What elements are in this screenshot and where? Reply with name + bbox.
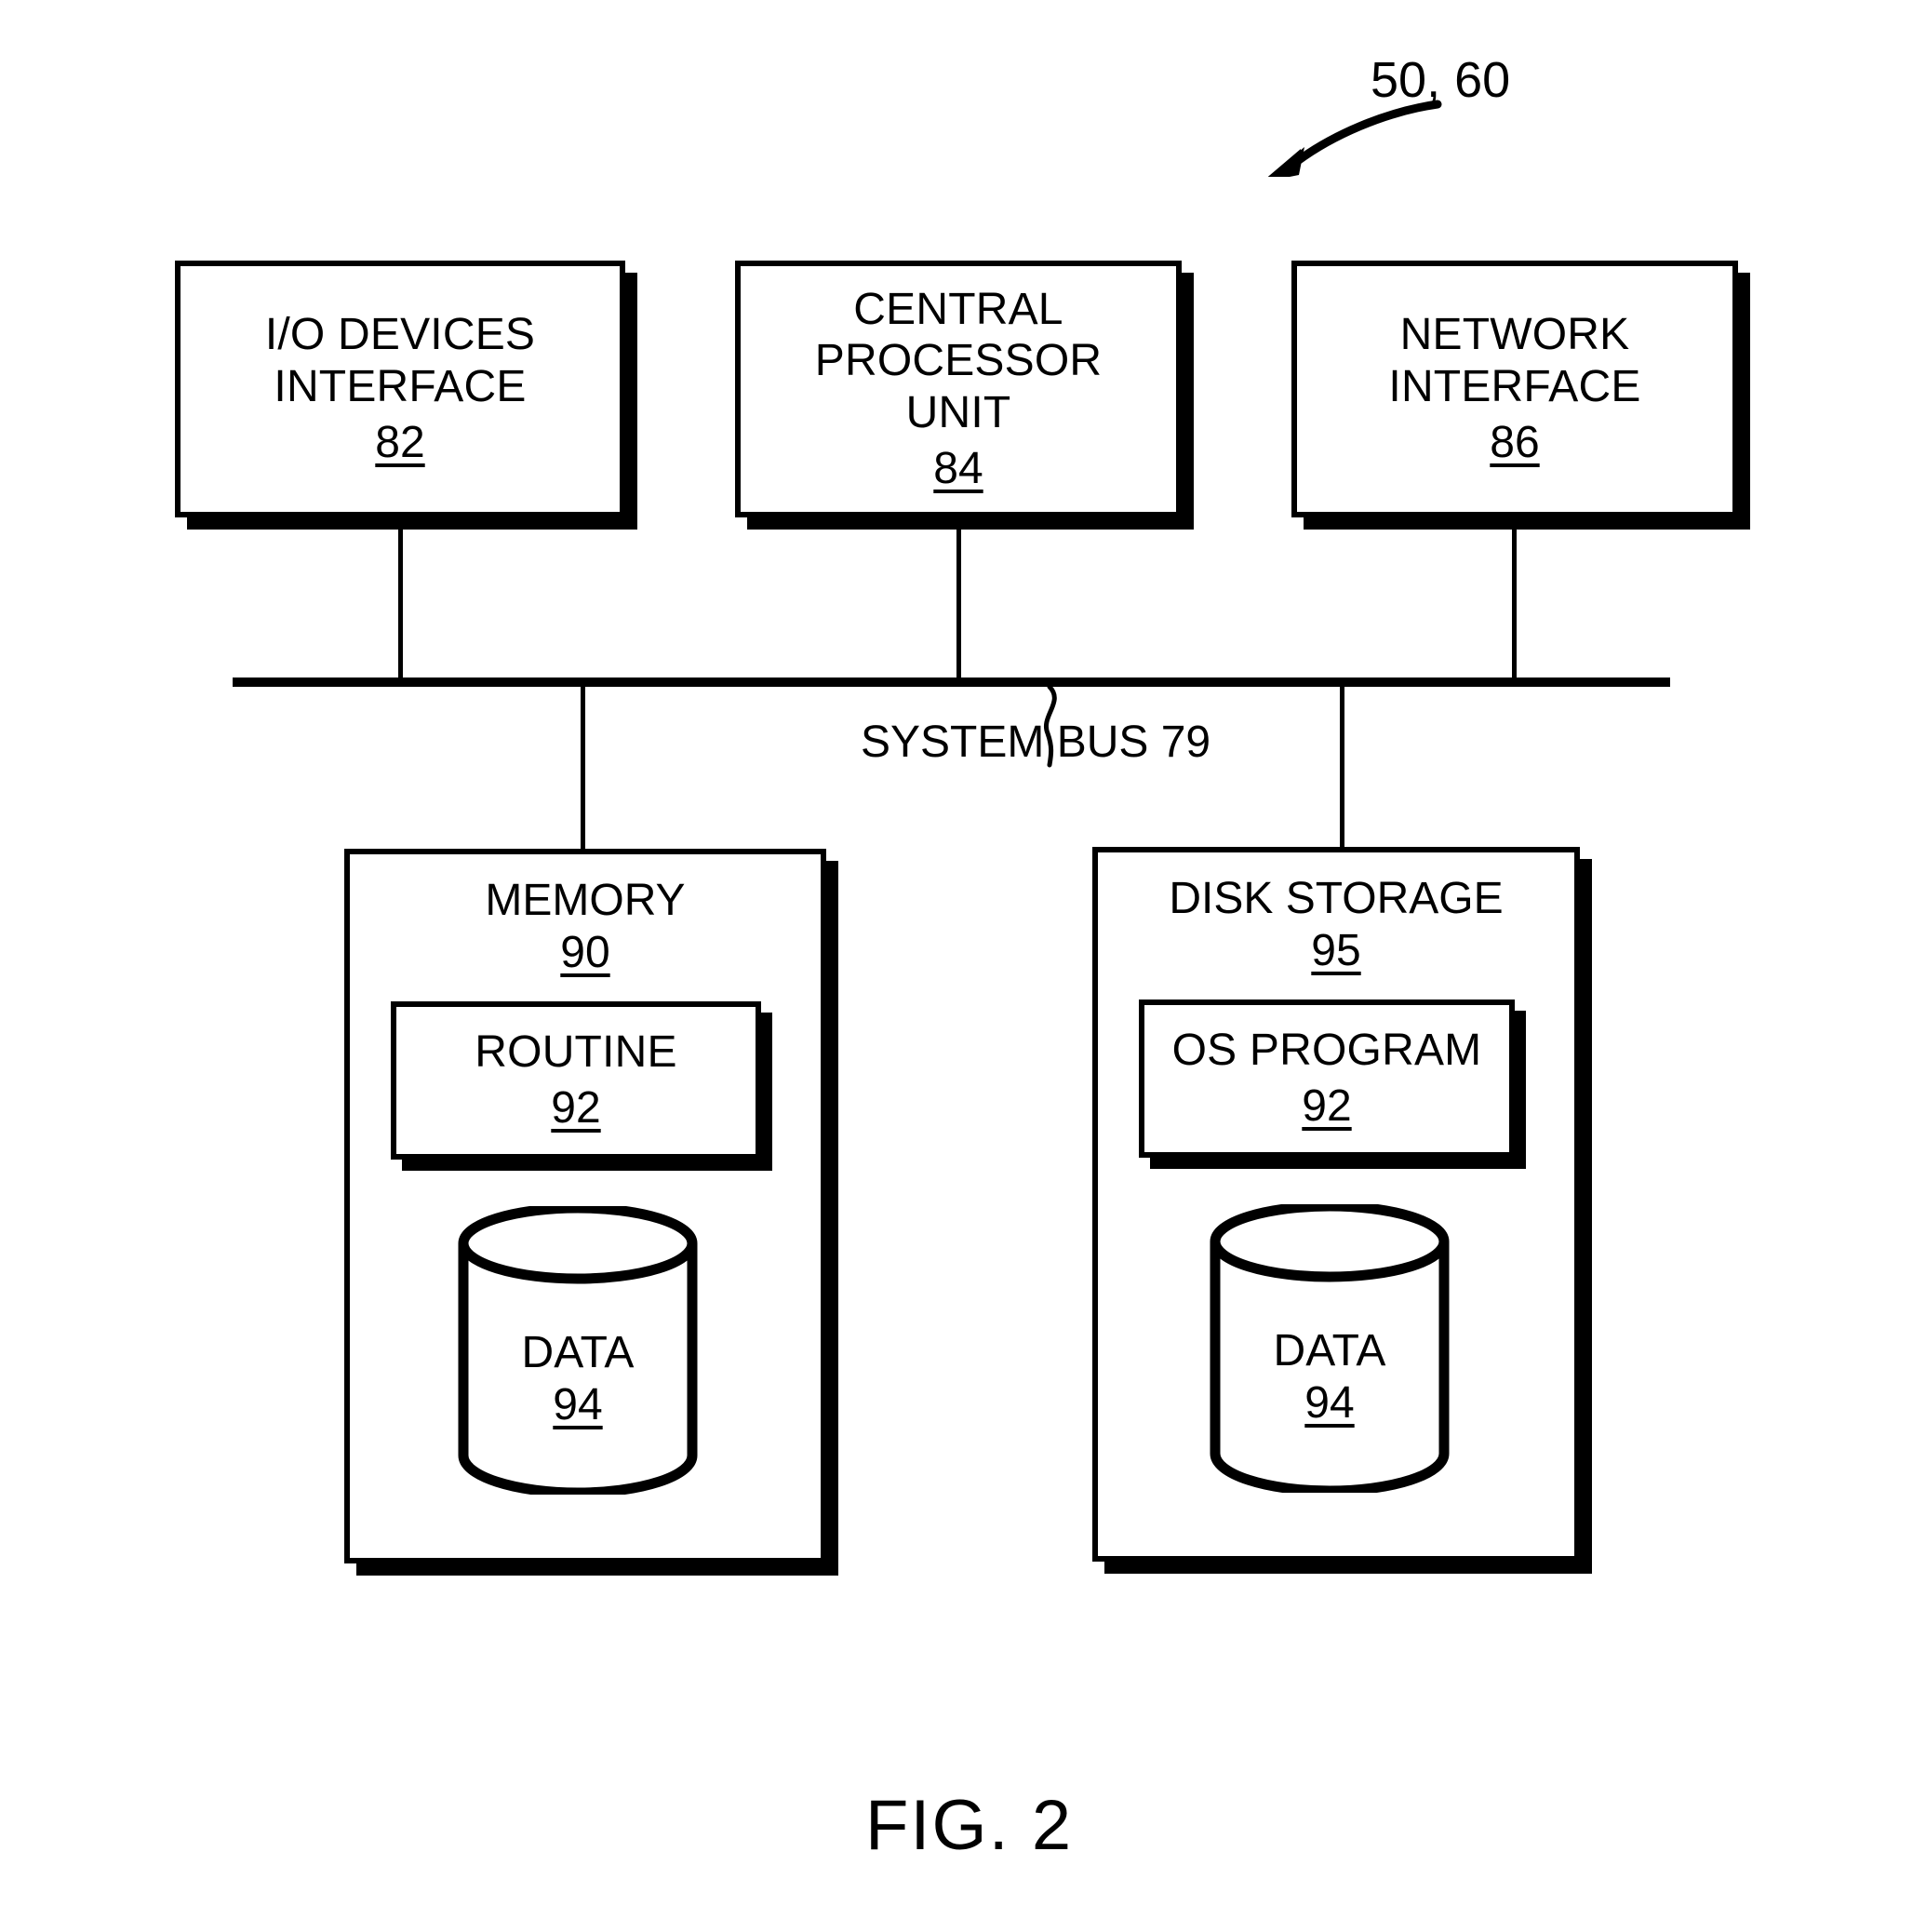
patent-figure-2: 50, 60 I/O DEVICES INTERFACE 82 CENTRAL … xyxy=(0,0,1926,1932)
block-title: NETWORK INTERFACE xyxy=(1388,310,1641,412)
system-bus-line xyxy=(233,678,1670,687)
connector-cpu-to-bus xyxy=(956,517,961,683)
reference-numeral: 90 xyxy=(560,928,610,977)
reference-numeral: 92 xyxy=(1302,1081,1352,1131)
connector-bus-to-disk xyxy=(1340,683,1344,851)
block-title: OS PROGRAM xyxy=(1171,1026,1482,1076)
block-io-devices-interface: I/O DEVICES INTERFACE 82 xyxy=(175,261,625,517)
block-os-program: OS PROGRAM 92 xyxy=(1139,1000,1515,1158)
figure-caption: FIG. 2 xyxy=(865,1786,1074,1865)
block-network-interface: NETWORK INTERFACE 86 xyxy=(1291,261,1738,517)
reference-numeral: 86 xyxy=(1490,417,1540,467)
block-memory: MEMORY 90 ROUTINE 92 DATA 94 xyxy=(344,849,826,1563)
cylinder-title: DATA xyxy=(1273,1326,1386,1375)
block-disk-storage: DISK STORAGE 95 OS PROGRAM 92 DATA 94 xyxy=(1092,847,1580,1562)
block-title: I/O DEVICES INTERFACE xyxy=(264,310,536,412)
curved-arrow-icon xyxy=(1267,100,1442,177)
reference-numeral: 92 xyxy=(551,1083,601,1133)
reference-numeral: 82 xyxy=(375,417,425,467)
block-central-processor-unit: CENTRAL PROCESSOR UNIT 84 xyxy=(735,261,1182,517)
block-title: DISK STORAGE xyxy=(1169,874,1504,923)
connector-network-to-bus xyxy=(1512,517,1517,683)
connector-bus-to-memory xyxy=(581,683,585,851)
block-title: CENTRAL PROCESSOR UNIT xyxy=(814,284,1103,437)
reference-numeral: 95 xyxy=(1311,926,1361,975)
cylinder-reference-numeral: 94 xyxy=(1304,1378,1355,1428)
system-bus-label: SYSTEM BUS 79 xyxy=(861,718,1211,767)
cylinder-title: DATA xyxy=(521,1328,635,1377)
block-title: ROUTINE xyxy=(475,1027,677,1078)
block-title: MEMORY xyxy=(485,876,686,925)
database-cylinder-icon: DATA 94 xyxy=(456,1206,700,1495)
connector-io-to-bus xyxy=(398,517,403,683)
reference-numeral: 84 xyxy=(933,443,983,493)
database-cylinder-icon: DATA 94 xyxy=(1208,1204,1451,1493)
cylinder-reference-numeral: 94 xyxy=(553,1380,603,1429)
block-routine: ROUTINE 92 xyxy=(391,1001,761,1160)
